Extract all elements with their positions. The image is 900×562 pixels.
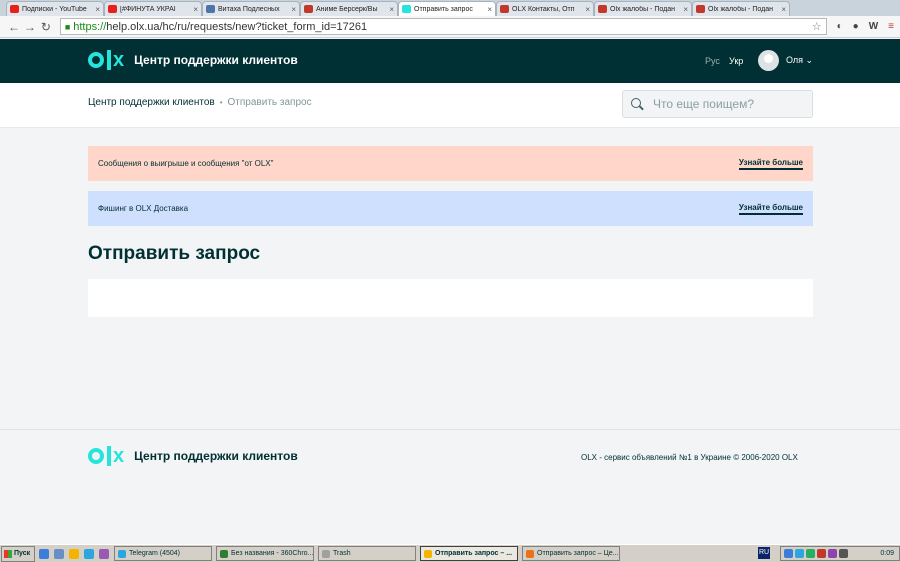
telegram-icon bbox=[118, 549, 126, 558]
notice-banner-win-messages: Сообщения о выигрыше и сообщения "от OLX… bbox=[88, 146, 813, 181]
reload-icon[interactable]: ↻ bbox=[38, 20, 54, 34]
app-icon[interactable] bbox=[99, 548, 109, 559]
site-header: x Центр поддержки клиентов Рус Укр Оля ⌄ bbox=[0, 39, 900, 83]
desktop-icon[interactable] bbox=[54, 548, 64, 559]
taskbar-task[interactable]: Telegram (4504) bbox=[114, 546, 212, 561]
browser-icon bbox=[220, 549, 228, 558]
close-icon[interactable]: × bbox=[781, 5, 786, 14]
extension-icon[interactable]: ◐ bbox=[837, 21, 843, 32]
browser-tab[interactable]: Аниме Берсерк/Вы × bbox=[300, 1, 398, 16]
extension-icon[interactable]: ● bbox=[853, 21, 859, 32]
tray-icon[interactable] bbox=[828, 549, 837, 558]
site-footer: x Центр поддержки клиентов OLX - сервис … bbox=[0, 429, 900, 544]
ie-icon[interactable] bbox=[39, 548, 49, 559]
chrome-icon bbox=[424, 549, 432, 558]
olx-icon bbox=[500, 5, 509, 13]
forward-icon[interactable]: → bbox=[22, 20, 38, 34]
search-input[interactable] bbox=[653, 97, 803, 111]
breadcrumb-home-link[interactable]: Центр поддержки клиентов bbox=[88, 97, 215, 108]
volume-icon[interactable] bbox=[839, 549, 848, 558]
folder-icon bbox=[322, 549, 330, 558]
language-indicator[interactable]: RU bbox=[758, 547, 770, 559]
firefox-icon bbox=[526, 549, 534, 558]
tray-icon[interactable] bbox=[795, 549, 804, 558]
close-icon[interactable]: × bbox=[389, 5, 394, 14]
olx-icon bbox=[696, 5, 705, 13]
notice-banner-phishing: Фишинг в OLX Доставка Узнайте больше bbox=[88, 191, 813, 226]
clock: 0:09 bbox=[880, 550, 894, 557]
breadcrumb-current: Отправить запрос bbox=[227, 97, 312, 108]
browser-tab-strip: Подписки - YouTube × [#ФИНУТА УКРАЇ × Вита… bbox=[0, 0, 900, 16]
olx-icon bbox=[598, 5, 607, 13]
lang-uk-link[interactable]: Укр bbox=[729, 56, 743, 66]
olx-logo[interactable]: x Центр поддержки клиентов bbox=[88, 50, 298, 70]
lock-icon: ■ bbox=[64, 21, 71, 32]
notice-text: Сообщения о выигрыше и сообщения "от OLX… bbox=[98, 159, 274, 168]
browser-tab[interactable]: Подписки - YouTube × bbox=[6, 1, 104, 16]
taskbar-task[interactable]: Trash bbox=[318, 546, 416, 561]
search-box[interactable] bbox=[622, 90, 813, 118]
request-form-container bbox=[88, 279, 813, 317]
taskbar-task-active[interactable]: Отправить запрос – ... bbox=[420, 546, 518, 561]
olx-logo[interactable]: x Центр поддержки клиентов bbox=[88, 446, 298, 466]
tray-icon[interactable] bbox=[817, 549, 826, 558]
logo-title: Центр поддержки клиентов bbox=[134, 53, 298, 67]
browser-tab[interactable]: OLX Контакты, Отп × bbox=[496, 1, 594, 16]
start-button[interactable]: Пуск bbox=[1, 545, 35, 562]
search-icon bbox=[631, 98, 643, 110]
vk-icon bbox=[206, 5, 215, 13]
address-bar: ← → ↻ ■ https:// help.olx.ua/hc/ru/reque… bbox=[0, 16, 900, 38]
bookmark-star-icon[interactable]: ☆ bbox=[812, 20, 822, 33]
breadcrumb-separator: • bbox=[219, 98, 223, 107]
notice-text: Фишинг в OLX Доставка bbox=[98, 204, 189, 213]
wikipedia-icon[interactable]: W bbox=[869, 21, 878, 32]
quick-launch bbox=[39, 548, 114, 559]
url-input[interactable]: ■ https:// help.olx.ua/hc/ru/requests/ne… bbox=[59, 18, 827, 35]
system-tray: 0:09 bbox=[780, 546, 900, 561]
close-icon[interactable]: × bbox=[193, 5, 198, 14]
browser-tab[interactable]: [#ФИНУТА УКРАЇ × bbox=[104, 1, 202, 16]
browser-tab[interactable]: Витаха Подлесных × bbox=[202, 1, 300, 16]
olx-logo-icon: x bbox=[88, 446, 124, 466]
telegram-icon[interactable] bbox=[84, 548, 94, 559]
breadcrumb-row: Центр поддержки клиентов • Отправить зап… bbox=[0, 83, 900, 128]
browser-tab-active[interactable]: Отправить запрос × bbox=[398, 1, 496, 16]
taskbar-task[interactable]: Без названия - 360Chro... bbox=[216, 546, 314, 561]
taskbar-task[interactable]: Отправить запрос – Це... bbox=[522, 546, 620, 561]
user-menu[interactable]: Оля ⌄ bbox=[786, 55, 813, 66]
youtube-icon bbox=[108, 5, 117, 13]
olx-icon bbox=[402, 5, 411, 13]
lang-ru-link[interactable]: Рус bbox=[705, 56, 720, 66]
chrome-icon[interactable] bbox=[69, 548, 79, 559]
copyright-text: OLX - сервис объявлений №1 в Украине © 2… bbox=[581, 453, 798, 462]
tray-icon[interactable] bbox=[806, 549, 815, 558]
page-title: Отправить запрос bbox=[88, 243, 261, 264]
back-icon[interactable]: ← bbox=[6, 20, 22, 34]
close-icon[interactable]: × bbox=[291, 5, 296, 14]
learn-more-link[interactable]: Узнайте больше bbox=[738, 158, 803, 170]
youtube-icon bbox=[10, 5, 19, 13]
close-icon[interactable]: × bbox=[585, 5, 590, 14]
learn-more-link[interactable]: Узнайте больше bbox=[738, 203, 803, 215]
close-icon[interactable]: × bbox=[487, 5, 492, 14]
close-icon[interactable]: × bbox=[683, 5, 688, 14]
taskbar: Пуск Telegram (4504) Без названия - 360C… bbox=[0, 544, 900, 562]
browser-tab[interactable]: Olx жалобы - Подан × bbox=[692, 1, 790, 16]
close-icon[interactable]: × bbox=[95, 5, 100, 14]
menu-icon[interactable]: ≡ bbox=[888, 21, 894, 32]
windows-flag-icon bbox=[4, 549, 12, 558]
avatar[interactable] bbox=[758, 50, 779, 71]
breadcrumb: Центр поддержки клиентов • Отправить зап… bbox=[88, 97, 312, 108]
opera-icon bbox=[304, 5, 313, 13]
browser-tab[interactable]: Olx жалобы - Подан × bbox=[594, 1, 692, 16]
olx-logo-icon: x bbox=[88, 50, 124, 70]
footer-logo-title: Центр поддержки клиентов bbox=[134, 449, 298, 463]
tray-icon[interactable] bbox=[784, 549, 793, 558]
